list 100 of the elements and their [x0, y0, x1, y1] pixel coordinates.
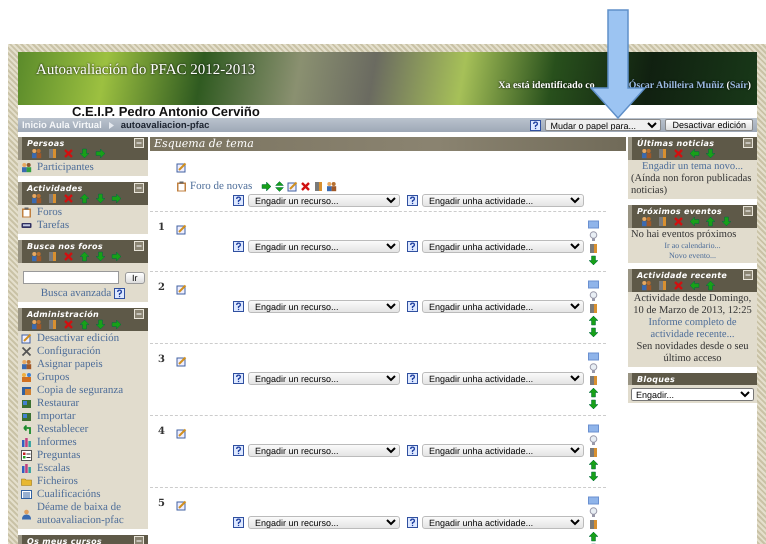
door-icon[interactable] — [657, 148, 668, 159]
highlight-icon[interactable] — [588, 495, 599, 506]
help-icon[interactable] — [407, 445, 418, 456]
add-block-dropdown[interactable]: Engadir... — [631, 388, 754, 401]
block-link[interactable]: Restaurar — [37, 397, 80, 410]
lightbulb-icon[interactable] — [588, 231, 599, 242]
help-icon[interactable] — [233, 445, 244, 456]
resource-dropdown[interactable]: Engadir un recurso... — [248, 194, 400, 207]
edit-icon[interactable] — [176, 428, 187, 439]
block-link[interactable]: Escalas — [37, 462, 70, 475]
search-field[interactable] — [23, 271, 119, 284]
block-link[interactable]: Configuración — [37, 345, 101, 358]
block-link[interactable]: Ir ao calendario... — [664, 241, 721, 250]
arrow-down-icon[interactable] — [588, 471, 599, 482]
resource-dropdown[interactable]: Engadir un recurso... — [248, 444, 400, 457]
arrow-up-icon[interactable] — [588, 531, 599, 542]
collapse-icon[interactable] — [743, 138, 754, 148]
door-icon[interactable] — [657, 216, 668, 227]
block-link[interactable]: Preguntas — [37, 449, 80, 462]
resource-dropdown[interactable]: Engadir un recurso... — [248, 300, 400, 313]
help-icon[interactable] — [233, 301, 244, 312]
lightbulb-icon[interactable] — [588, 291, 599, 302]
edit-icon[interactable] — [176, 224, 187, 235]
door-icon[interactable] — [588, 447, 599, 458]
activity-link[interactable]: Foro de novas — [190, 180, 252, 192]
help-icon[interactable] — [114, 288, 126, 299]
activity-dropdown[interactable]: Engadir unha actividade... — [422, 240, 584, 253]
block-link[interactable]: Informe completo de actividade recente... — [631, 317, 754, 341]
door-icon[interactable] — [47, 319, 58, 330]
edit-icon[interactable] — [176, 356, 187, 367]
arrow-left-icon[interactable] — [689, 148, 700, 159]
block-link[interactable]: Cualificacións — [37, 488, 101, 501]
block-link[interactable]: Desactivar edición — [37, 332, 120, 345]
arrow-up-icon[interactable] — [588, 459, 599, 470]
help-icon[interactable] — [233, 517, 244, 528]
help-icon[interactable] — [530, 120, 542, 130]
block-link[interactable]: Asignar papeis — [37, 358, 103, 371]
collapse-icon[interactable] — [134, 308, 145, 320]
block-link[interactable]: Busca avanzada — [40, 287, 112, 300]
collapse-icon[interactable] — [134, 138, 145, 148]
help-icon[interactable] — [233, 195, 244, 206]
people-icon[interactable] — [31, 193, 42, 204]
help-icon[interactable] — [407, 517, 418, 528]
door-icon[interactable] — [47, 251, 58, 262]
highlight-icon[interactable] — [588, 351, 599, 362]
people-icon[interactable] — [641, 280, 652, 291]
resource-dropdown[interactable]: Engadir un recurso... — [248, 240, 400, 253]
edit-icon[interactable] — [176, 284, 187, 295]
lightbulb-icon[interactable] — [588, 363, 599, 374]
door-icon[interactable] — [657, 280, 668, 291]
activity-dropdown[interactable]: Engadir unha actividade... — [422, 194, 584, 207]
block-link[interactable]: Grupos — [37, 371, 70, 384]
block-link[interactable]: Engadir un tema novo... — [631, 161, 754, 173]
help-icon[interactable] — [233, 373, 244, 384]
resource-dropdown[interactable]: Engadir un recurso... — [248, 516, 400, 529]
highlight-icon[interactable] — [588, 219, 599, 230]
user-link[interactable]: Saír — [730, 80, 748, 91]
people-icon[interactable] — [326, 180, 338, 192]
block-link[interactable]: Foros — [37, 206, 62, 219]
block-link[interactable]: Copia de seguranza — [37, 384, 124, 397]
door-icon[interactable] — [47, 148, 58, 159]
help-icon[interactable] — [407, 195, 418, 206]
collapse-icon[interactable] — [134, 240, 145, 252]
activity-dropdown[interactable]: Engadir unha actividade... — [422, 444, 584, 457]
arrow-right-icon[interactable] — [261, 180, 272, 192]
arrow-down-icon[interactable] — [588, 255, 599, 266]
activity-dropdown[interactable]: Engadir unha actividade... — [422, 516, 584, 529]
door-icon[interactable] — [47, 193, 58, 204]
up-down-arrow-icon[interactable] — [274, 180, 286, 192]
edit-mode-button[interactable]: Desactivar edición — [665, 119, 753, 131]
collapse-icon[interactable] — [743, 270, 754, 280]
collapse-icon[interactable] — [134, 182, 145, 194]
door-icon[interactable] — [588, 519, 599, 530]
arrow-up-icon[interactable] — [588, 387, 599, 398]
edit-icon[interactable] — [176, 500, 187, 511]
help-icon[interactable] — [407, 301, 418, 312]
door-icon[interactable] — [313, 180, 324, 192]
people-icon[interactable] — [31, 251, 42, 262]
door-icon[interactable] — [588, 243, 599, 254]
arrow-left-icon[interactable] — [689, 280, 700, 291]
go-button[interactable]: Ir — [125, 272, 144, 284]
lightbulb-icon[interactable] — [588, 435, 599, 446]
role-dropdown[interactable]: Mudar o papel para... — [545, 119, 662, 131]
block-link[interactable]: Restablecer — [37, 423, 88, 436]
door-icon[interactable] — [588, 375, 599, 386]
highlight-icon[interactable] — [588, 279, 599, 290]
arrow-down-icon[interactable] — [588, 327, 599, 338]
block-link[interactable]: Déame de baixa de autoavaliacion-pfac — [37, 501, 145, 527]
people-icon[interactable] — [31, 148, 42, 159]
door-icon[interactable] — [588, 303, 599, 314]
arrow-up-icon[interactable] — [588, 315, 599, 326]
block-link[interactable]: Ficheiros — [37, 475, 78, 488]
activity-dropdown[interactable]: Engadir unha actividade... — [422, 300, 584, 313]
resource-dropdown[interactable]: Engadir un recurso... — [248, 372, 400, 385]
lightbulb-icon[interactable] — [588, 507, 599, 518]
arrow-down-icon[interactable] — [588, 399, 599, 410]
collapse-icon[interactable] — [743, 206, 754, 216]
collapse-icon[interactable] — [134, 536, 145, 544]
people-icon[interactable] — [641, 148, 652, 159]
help-icon[interactable] — [233, 241, 244, 252]
